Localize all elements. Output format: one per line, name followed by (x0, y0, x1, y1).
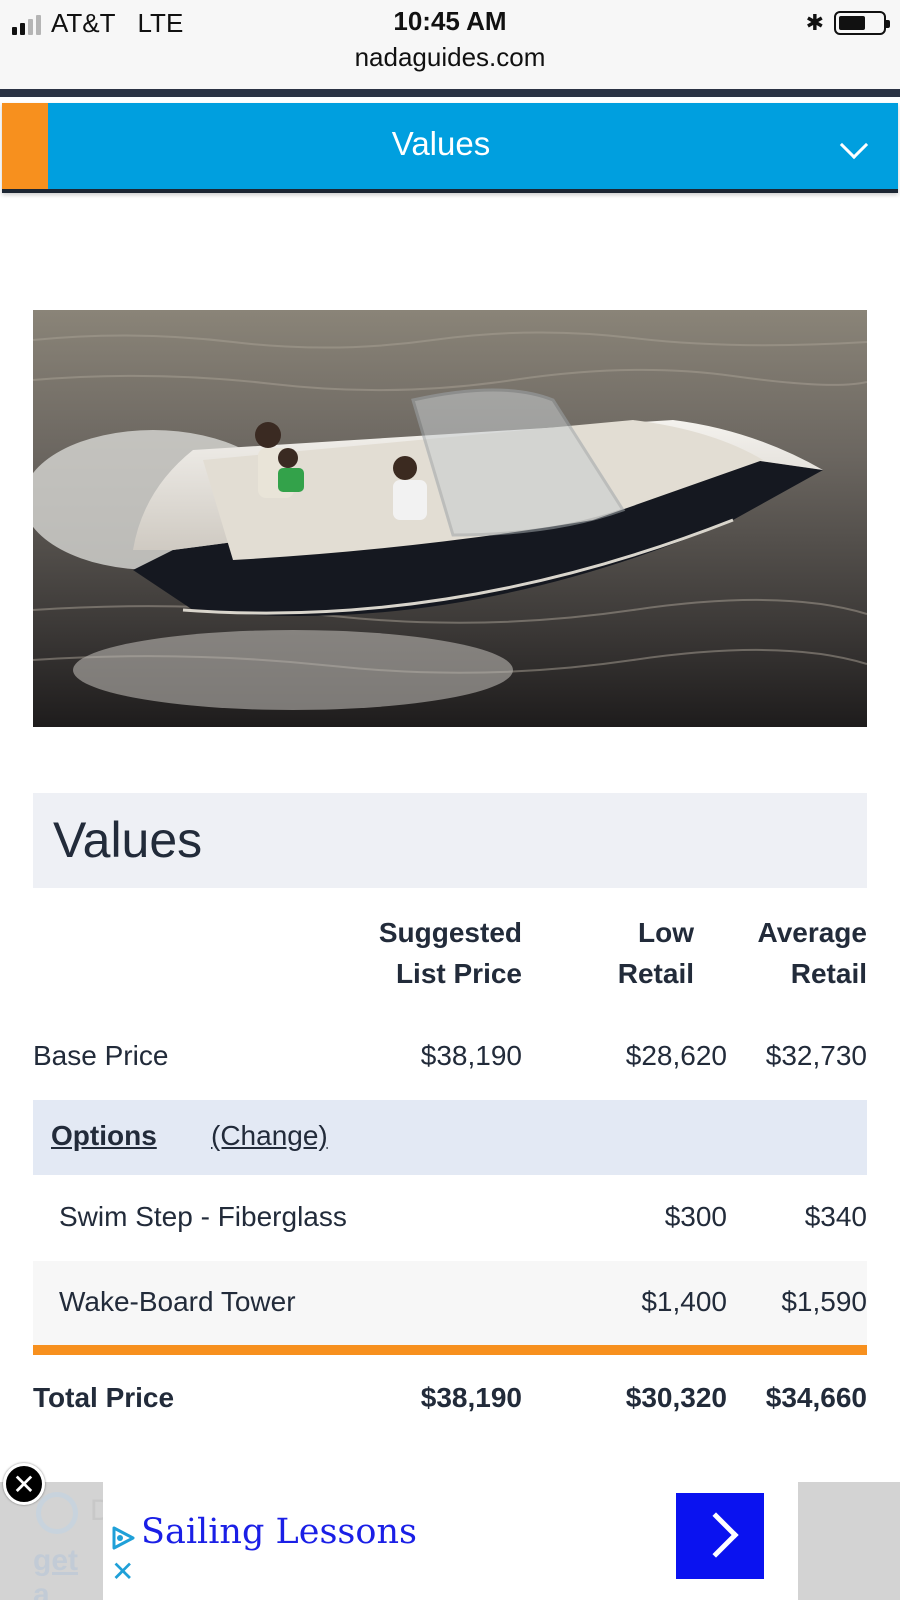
values-section-header: Values (33, 793, 867, 888)
values-section-title: Values (53, 812, 203, 868)
average-retail-total: $34,660 (765, 1382, 867, 1413)
bluetooth-icon: ✱ (805, 10, 824, 35)
column-header-line: Low (638, 917, 694, 948)
ad-headline[interactable]: Sailing Lessons (141, 1512, 417, 1552)
low-retail-total: $30,320 (625, 1382, 727, 1413)
low-retail-value: $1,400 (641, 1286, 727, 1317)
clock-icon (36, 1492, 78, 1534)
average-retail-value: $340 (804, 1201, 867, 1232)
close-icon: ✕ (12, 1469, 36, 1500)
suggested-list-price-total: $38,190 (420, 1382, 522, 1413)
boat-photo (33, 310, 867, 727)
table-row-option: Wake-Board Tower $1,400 $1,590 (33, 1286, 867, 1326)
change-options-link[interactable]: (Change) (211, 1120, 328, 1152)
column-header-suggested-list-price: Suggested List Price (330, 912, 522, 994)
column-header-line: Retail (790, 958, 867, 989)
status-bar: AT&T LTE 10:45 AM nadaguides.com ✱ (0, 0, 900, 90)
row-label: Wake-Board Tower (59, 1286, 296, 1317)
low-retail-value: $28,620 (625, 1040, 727, 1071)
column-header-low-retail: Low Retail (540, 912, 694, 994)
options-link[interactable]: Options (51, 1120, 157, 1152)
column-header-line: Average (757, 917, 867, 948)
ad-ghost-link: get a (33, 1544, 78, 1600)
average-retail-value: $1,590 (781, 1286, 867, 1317)
low-retail-value: $300 (664, 1201, 727, 1232)
table-row-base-price: Base Price $38,190 $28,620 $32,730 (33, 1040, 867, 1080)
column-header-line: Retail (617, 958, 694, 989)
row-label: Total Price (33, 1382, 175, 1413)
values-dropdown-label: Values (391, 125, 491, 162)
address-bar-url[interactable]: nadaguides.com (0, 42, 900, 73)
row-label: Swim Step - Fiberglass (59, 1201, 347, 1232)
column-header-line: List Price (395, 958, 522, 989)
ad-dismiss-icon[interactable]: ✕ (111, 1558, 134, 1586)
table-row-total-price: Total Price $38,190 $30,320 $34,660 (33, 1382, 867, 1422)
ad-background-right (798, 1482, 900, 1600)
row-label: Base Price (33, 1040, 169, 1071)
clock: 10:45 AM (393, 6, 507, 36)
average-retail-value: $32,730 (765, 1040, 867, 1071)
ad-go-button[interactable] (676, 1493, 764, 1579)
column-header-average-retail: Average Retail (710, 912, 867, 994)
battery-icon (834, 11, 890, 35)
header-divider (0, 89, 900, 97)
chevron-right-icon (693, 1512, 739, 1558)
status-right: ✱ (805, 10, 890, 36)
table-row-option: Swim Step - Fiberglass $300 $340 (33, 1201, 867, 1241)
suggested-list-price-value: $38,190 (420, 1040, 522, 1071)
options-header: Options (Change) (33, 1100, 867, 1175)
total-divider (33, 1345, 867, 1355)
ad-banner[interactable]: ✕ Sailing Lessons (103, 1482, 798, 1589)
column-header-line: Suggested (378, 917, 522, 948)
close-ad-button[interactable]: ✕ (3, 1463, 45, 1505)
values-dropdown[interactable]: Values (2, 103, 898, 193)
ad-choices-icon[interactable] (109, 1524, 137, 1552)
